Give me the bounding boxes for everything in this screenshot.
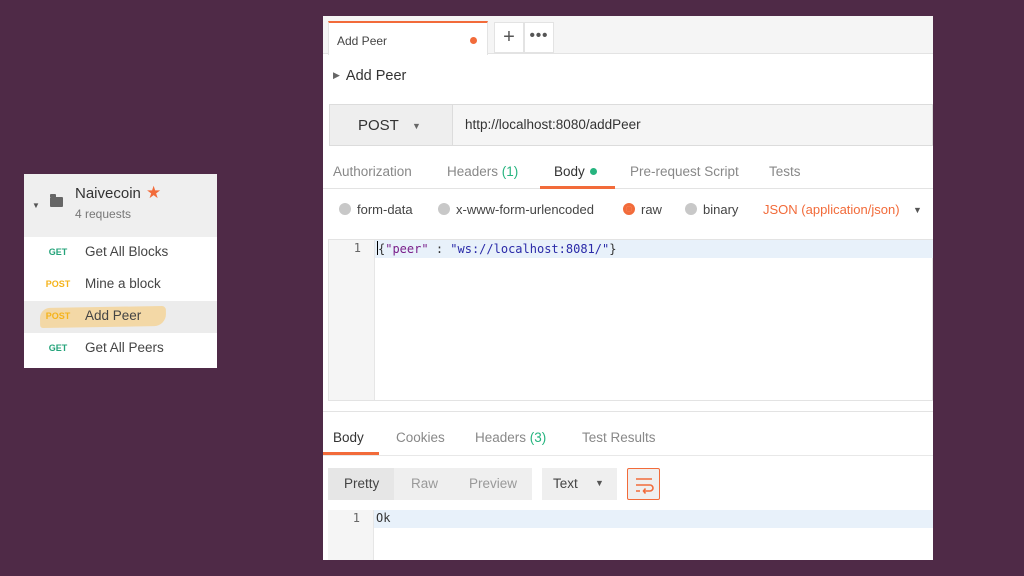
request-item-get-all-blocks[interactable]: GET Get All Blocks [24, 237, 217, 269]
format-select[interactable]: Text ▼ [542, 468, 617, 500]
chevron-down-icon: ▼ [595, 478, 604, 488]
response-body-viewer[interactable]: 1 Ok [328, 510, 933, 560]
pane-divider[interactable] [323, 411, 933, 412]
chevron-down-icon[interactable]: ▼ [913, 205, 922, 215]
expand-triangle-icon[interactable]: ▶ [333, 70, 340, 80]
format-value: Text [553, 476, 578, 491]
json-value: "ws://localhost:8081/" [450, 242, 610, 256]
radio-urlencoded[interactable]: x-www-form-urlencoded [438, 202, 594, 217]
request-name: Add Peer [345, 68, 407, 84]
tab-headers-label: Headers [447, 164, 499, 179]
response-tab-test-results[interactable]: Test Results [582, 430, 656, 445]
view-pretty-button[interactable]: Pretty [344, 476, 379, 491]
folder-icon [50, 194, 63, 207]
tab-bar: Add Peer + ••• [323, 16, 933, 55]
unsaved-dot-icon [470, 37, 477, 44]
method-select[interactable]: POST ▼ [329, 104, 453, 146]
radio-label: x-www-form-urlencoded [456, 202, 594, 217]
tab-title: Add Peer [337, 34, 388, 48]
method-badge-get: GET [48, 247, 68, 257]
collection-panel: ▼ Naivecoin ★ 4 requests GET Get All Blo… [24, 174, 217, 368]
radio-label: form-data [357, 202, 413, 217]
response-headers-count: (3) [529, 430, 547, 445]
json-key: "peer" [385, 242, 429, 256]
radio-raw[interactable]: raw [623, 202, 662, 217]
collection-request-count: 4 requests [75, 207, 132, 221]
url-row: POST ▼ http://localhost:8080/addPeer [329, 104, 933, 146]
request-label: Add Peer [85, 308, 142, 323]
response-tabs: Body Cookies Headers (3) Test Results [323, 422, 933, 456]
radio-selected-icon [623, 203, 635, 215]
tab-body[interactable]: Body [554, 164, 597, 179]
view-preview-button[interactable]: Preview [469, 476, 517, 491]
request-item-get-all-peers[interactable]: GET Get All Peers [24, 333, 217, 365]
request-item-mine-a-block[interactable]: POST Mine a block [24, 269, 217, 301]
line-number: 1 [353, 241, 361, 255]
body-indicator-dot-icon [589, 168, 597, 175]
collection-header[interactable]: ▼ Naivecoin ★ 4 requests [24, 174, 217, 237]
url-input[interactable]: http://localhost:8080/addPeer [453, 104, 933, 146]
tab-add-peer[interactable]: Add Peer [328, 21, 488, 55]
request-body-editor[interactable]: 1 {"peer" : "ws://localhost:8081/"} [328, 239, 933, 401]
tab-body-label: Body [554, 164, 585, 179]
radio-icon [685, 203, 697, 215]
star-icon[interactable]: ★ [146, 183, 161, 203]
headers-count: (1) [501, 164, 519, 179]
method-value: POST [358, 117, 399, 134]
tab-prerequest-script[interactable]: Pre-request Script [630, 164, 739, 179]
json-colon: : [428, 242, 451, 256]
content-type-select[interactable]: JSON (application/json) [763, 202, 900, 217]
new-tab-button[interactable]: + [494, 22, 524, 53]
request-item-add-peer[interactable]: POST Add Peer [24, 301, 217, 333]
response-tab-headers[interactable]: Headers (3) [475, 430, 546, 445]
tab-tests[interactable]: Tests [769, 164, 801, 179]
tab-headers[interactable]: Headers (1) [447, 164, 518, 179]
request-label: Mine a block [85, 276, 161, 291]
response-tab-headers-label: Headers [475, 430, 527, 445]
collapse-caret-icon[interactable]: ▼ [32, 201, 40, 210]
brace-close: } [609, 242, 617, 256]
more-tabs-button[interactable]: ••• [524, 22, 554, 53]
request-builder-window: Add Peer + ••• ▶ Add Peer POST ▼ http://l… [323, 16, 933, 560]
radio-icon [438, 203, 450, 215]
request-tabs: Authorization Headers (1) Body Pre-reque… [323, 156, 933, 189]
view-mode-segmented: Pretty Raw Preview [328, 468, 532, 500]
collection-name: Naivecoin [75, 185, 141, 202]
request-label: Get All Blocks [85, 244, 169, 259]
response-content: Ok [376, 511, 391, 525]
wrap-lines-icon [636, 478, 654, 494]
method-badge-post: POST [45, 311, 71, 321]
radio-label: raw [641, 202, 662, 217]
tab-authorization[interactable]: Authorization [333, 164, 412, 179]
code-line[interactable]: {"peer" : "ws://localhost:8081/"} [377, 241, 616, 256]
line-gutter [329, 240, 375, 400]
response-toolbar: Pretty Raw Preview Text ▼ [328, 468, 933, 500]
radio-icon [339, 203, 351, 215]
active-line [328, 510, 933, 528]
chevron-down-icon: ▼ [412, 121, 421, 131]
line-number: 1 [352, 511, 360, 525]
request-name-row[interactable]: ▶ Add Peer [333, 68, 406, 84]
method-badge-post: POST [45, 279, 71, 289]
response-tab-underline [323, 452, 379, 455]
radio-form-data[interactable]: form-data [339, 202, 413, 217]
view-raw-button[interactable]: Raw [411, 476, 438, 491]
body-type-options: form-data x-www-form-urlencoded raw bina… [323, 202, 933, 222]
response-tab-body[interactable]: Body [333, 430, 364, 445]
request-label: Get All Peers [85, 340, 164, 355]
radio-label: binary [703, 202, 739, 217]
method-badge-get: GET [48, 343, 68, 353]
response-tab-cookies[interactable]: Cookies [396, 430, 445, 445]
wrap-lines-button[interactable] [627, 468, 660, 500]
radio-binary[interactable]: binary [685, 202, 738, 217]
active-tab-underline [540, 186, 615, 189]
